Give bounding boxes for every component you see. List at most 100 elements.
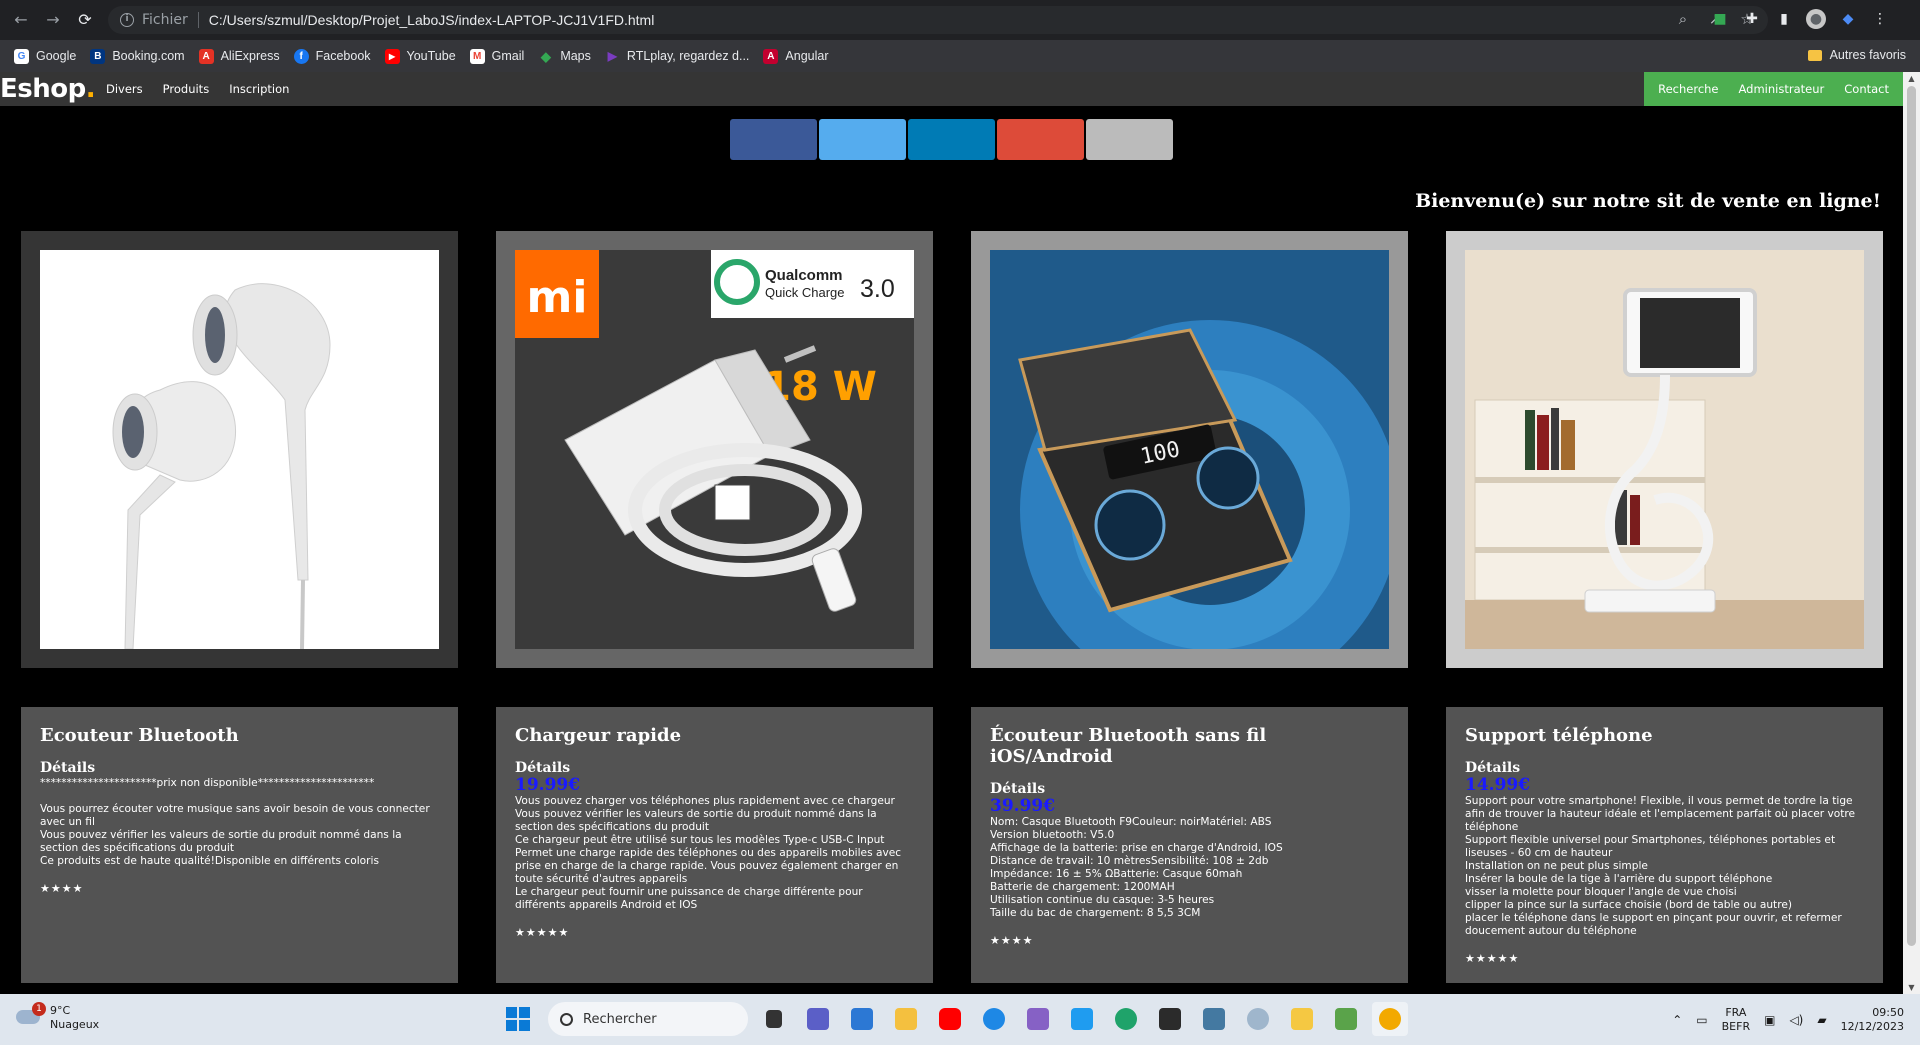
nav-link-contact[interactable]: Contact	[1834, 82, 1899, 96]
product-rating: ★★★★	[990, 934, 1034, 947]
edge-icon[interactable]	[1108, 1002, 1144, 1036]
notepad-icon[interactable]	[1328, 1002, 1364, 1036]
store-icon[interactable]	[844, 1002, 880, 1036]
charger-image: mi Qualcomm Quick Charge 3.0 18 W	[515, 250, 914, 649]
volume-icon[interactable]: ◁)	[1789, 1013, 1803, 1027]
gmail-icon: M	[469, 48, 485, 64]
bookmark-label: Gmail	[491, 49, 525, 63]
page-viewport: Eshop. Divers Produits Inscription Reche…	[0, 72, 1903, 994]
terminal-icon[interactable]	[1152, 1002, 1188, 1036]
battery-icon[interactable]: ▰	[1817, 1013, 1826, 1027]
taskbar-search[interactable]: Rechercher	[548, 1002, 748, 1036]
bookmark-rtlplay[interactable]: ▶ RTLplay, regardez d...	[605, 49, 750, 64]
start-windows-icon[interactable]	[506, 1007, 530, 1031]
paint-icon[interactable]	[1284, 1002, 1320, 1036]
mi-logo-text: mi	[527, 272, 588, 323]
product-title: Chargeur rapide	[515, 725, 682, 746]
mysql-workbench-icon[interactable]	[1196, 1002, 1232, 1036]
url-text[interactable]: C:/Users/szmul/Desktop/Projet_LaboJS/ind…	[209, 12, 655, 28]
bookmark-google[interactable]: G Google	[14, 48, 76, 64]
language-indicator[interactable]: FRA BEFR	[1722, 1006, 1750, 1034]
product-info-card: Écouteur Bluetooth sans fil iOS/Android …	[971, 707, 1408, 983]
file-explorer-icon[interactable]	[888, 1002, 924, 1036]
bookmark-label: Facebook	[315, 49, 371, 63]
network-icon[interactable]: ▣	[1764, 1013, 1775, 1027]
bookmark-booking[interactable]: B Booking.com	[90, 48, 185, 64]
messenger-icon[interactable]	[976, 1002, 1012, 1036]
bookmark-label: AliExpress	[220, 49, 280, 63]
site-logo[interactable]: Eshop.	[0, 74, 96, 104]
clock-time: 09:50	[1872, 1005, 1904, 1019]
system-tray: ⌃ ▭ FRA BEFR ▣ ◁) ▰ 09:50 12/12/2023	[1672, 994, 1920, 1045]
network-app-icon[interactable]	[1240, 1002, 1276, 1036]
other-bookmarks-label: Autres favoris	[1829, 48, 1906, 62]
product-price: 39.99€	[990, 796, 1056, 816]
youtube-icon: ▶	[384, 48, 400, 64]
scroll-thumb[interactable]	[1907, 86, 1916, 946]
bookmark-aliexpress[interactable]: A AliExpress	[198, 48, 280, 64]
clock[interactable]: 09:50 12/12/2023	[1841, 1006, 1904, 1034]
google-icon: G	[14, 48, 29, 64]
product-info-card: Ecouteur Bluetooth Détails *************…	[21, 707, 458, 983]
bookmark-maps[interactable]: ◆ Maps	[538, 49, 591, 64]
bookmark-label: YouTube	[406, 49, 456, 63]
scroll-up-arrow-icon[interactable]: ▲	[1907, 74, 1916, 83]
scroll-down-arrow-icon[interactable]: ▼	[1907, 983, 1916, 992]
product-image-card[interactable]: 100	[971, 231, 1408, 668]
vscode-icon[interactable]	[1064, 1002, 1100, 1036]
facebook-share-button[interactable]	[730, 119, 817, 160]
info-icon[interactable]: i	[120, 13, 134, 27]
keyboard-icon[interactable]: ▭	[1696, 1013, 1707, 1027]
page-scrollbar[interactable]: ▲ ▼	[1903, 72, 1920, 994]
extensions-puzzle-icon[interactable]: ✚	[1742, 9, 1762, 29]
twitter-share-button[interactable]	[819, 119, 906, 160]
chrome-icon[interactable]	[1372, 1002, 1408, 1036]
other-bookmarks[interactable]: Autres favoris	[1807, 48, 1906, 62]
chevron-up-icon[interactable]: ⌃	[1672, 1013, 1682, 1027]
nav-link-administrateur[interactable]: Administrateur	[1729, 82, 1835, 96]
forward-icon[interactable]: →	[42, 9, 64, 31]
linkedin-share-button[interactable]	[908, 119, 995, 160]
scheme-label: Fichier	[142, 12, 188, 28]
task-view-icon[interactable]	[756, 1002, 792, 1036]
youtube-share-button[interactable]	[997, 119, 1084, 160]
weather-widget[interactable]: 1 9°C Nuageux	[16, 1002, 99, 1032]
product-rating: ★★★★	[40, 882, 84, 895]
generic-share-button[interactable]	[1086, 119, 1173, 160]
product-info-card: Chargeur rapide Détails 19.99€ Vous pouv…	[496, 707, 933, 983]
shield-icon[interactable]: ◆	[1838, 9, 1858, 29]
bookmark-angular[interactable]: A Angular	[763, 48, 829, 64]
product-description: Support pour votre smartphone! Flexible,…	[1465, 795, 1856, 937]
address-bar[interactable]: i Fichier C:/Users/szmul/Desktop/Projet_…	[108, 6, 1768, 34]
menu-dots-icon[interactable]: ⋮	[1870, 9, 1890, 29]
teams-icon[interactable]	[800, 1002, 836, 1036]
side-panel-icon[interactable]: ▮	[1774, 9, 1794, 29]
profile-avatar-icon[interactable]: ●	[1806, 9, 1826, 29]
zoom-icon[interactable]: ⌕	[1674, 10, 1692, 28]
nav-link-produits[interactable]: Produits	[153, 82, 220, 96]
youtube-app-icon[interactable]	[932, 1002, 968, 1036]
quick-charge-version: 3.0	[860, 275, 895, 303]
product-rating: ★★★★★	[1465, 952, 1520, 965]
product-image-card[interactable]: mi Qualcomm Quick Charge 3.0 18 W	[496, 231, 933, 668]
product-image-card[interactable]	[21, 231, 458, 668]
nav-link-inscription[interactable]: Inscription	[219, 82, 299, 96]
bookmark-gmail[interactable]: M Gmail	[469, 48, 525, 64]
reload-icon[interactable]: ⟳	[74, 9, 96, 31]
product-title: Support téléphone	[1465, 725, 1653, 746]
nav-link-recherche[interactable]: Recherche	[1648, 82, 1728, 96]
details-label: Détails	[990, 781, 1046, 797]
nav-link-divers[interactable]: Divers	[96, 82, 153, 96]
nav-right-group: Recherche Administrateur Contact	[1644, 72, 1903, 106]
maps-pin-icon: ◆	[540, 48, 551, 64]
visual-studio-icon[interactable]	[1020, 1002, 1056, 1036]
back-icon[interactable]: ←	[10, 9, 32, 31]
extension-lock-icon[interactable]: ■	[1710, 9, 1730, 29]
bookmark-youtube[interactable]: ▶ YouTube	[384, 48, 456, 64]
earphones-image	[40, 250, 439, 649]
brand-text: Eshop	[0, 74, 86, 104]
separator	[197, 12, 199, 28]
bookmark-facebook[interactable]: f Facebook	[293, 48, 371, 64]
product-image-card[interactable]	[1446, 231, 1883, 668]
notification-badge: 1	[32, 1002, 46, 1016]
